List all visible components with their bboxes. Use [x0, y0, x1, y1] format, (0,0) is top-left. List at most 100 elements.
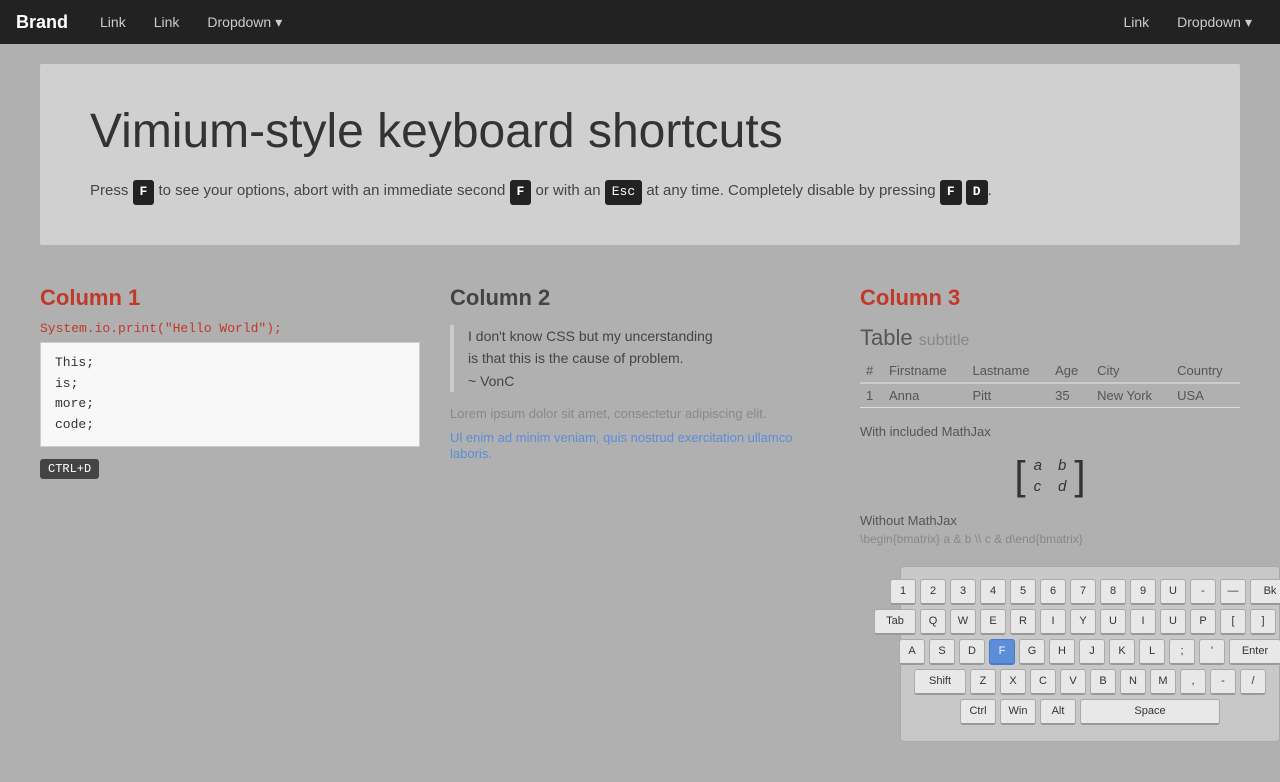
key-combo2: D — [966, 180, 988, 205]
key-space[interactable]: Space — [1080, 699, 1220, 725]
without-mathjax: Without MathJax \begin{bmatrix} a & b \\… — [860, 513, 1240, 546]
th-firstname: Firstname — [883, 359, 966, 383]
column-1: Column 1 System.io.print("Hello World");… — [40, 285, 420, 479]
col2-blockquote: I don't know CSS but my uncerstanding is… — [450, 325, 830, 392]
keyboard: 1 2 3 4 5 6 7 8 9 U - — Bk Tab Q W E R I… — [900, 566, 1280, 742]
key-f2-badge: F — [510, 180, 532, 205]
key-comma[interactable]: , — [1180, 669, 1206, 695]
bracket-left: [ — [1015, 456, 1026, 496]
chevron-down-icon-right: ▾ — [1245, 14, 1252, 31]
key-backspace[interactable]: Bk — [1250, 579, 1280, 605]
key-g[interactable]: G — [1019, 639, 1045, 665]
nav-dropdown-right[interactable]: Dropdown ▾ — [1165, 8, 1264, 37]
key-v[interactable]: V — [1060, 669, 1086, 695]
key-j[interactable]: J — [1079, 639, 1105, 665]
columns-section: Column 1 System.io.print("Hello World");… — [0, 265, 1280, 566]
hero-description: Press F to see your options, abort with … — [90, 179, 1190, 205]
key-5[interactable]: 5 — [1010, 579, 1036, 605]
th-hash: # — [860, 359, 883, 383]
matrix-container: [ a b c d ] — [860, 449, 1240, 503]
col2-lorem: Lorem ipsum dolor sit amet, consectetur … — [450, 406, 830, 421]
key-i[interactable]: I — [1040, 609, 1066, 635]
key-win[interactable]: Win — [1000, 699, 1036, 725]
key-2[interactable]: 2 — [920, 579, 946, 605]
col1-code-label: System.io.print("Hello World"); — [40, 321, 420, 336]
key-lbracket[interactable]: [ — [1220, 609, 1246, 635]
key-y[interactable]: Y — [1070, 609, 1096, 635]
key-esc-badge: Esc — [605, 180, 642, 205]
key-minus[interactable]: - — [1190, 579, 1216, 605]
table-heading: Table subtitle — [860, 325, 1240, 351]
bracket-right: ] — [1074, 456, 1085, 496]
nav-dropdown-left[interactable]: Dropdown ▾ — [195, 8, 294, 37]
key-u2[interactable]: U — [1100, 609, 1126, 635]
key-combo1: F — [940, 180, 962, 205]
key-semicolon[interactable]: ; — [1169, 639, 1195, 665]
keyboard-wrapper: 1 2 3 4 5 6 7 8 9 U - — Bk Tab Q W E R I… — [0, 566, 1280, 782]
keyboard-row-3: A S D F G H J K L ; ' Enter — [913, 639, 1267, 665]
key-k[interactable]: K — [1109, 639, 1135, 665]
key-enter[interactable]: Enter — [1229, 639, 1280, 665]
key-w[interactable]: W — [950, 609, 976, 635]
key-s[interactable]: S — [929, 639, 955, 665]
table-subtitle: subtitle — [919, 332, 970, 349]
key-h[interactable]: H — [1049, 639, 1075, 665]
keyboard-row-5: Ctrl Win Alt Space — [913, 699, 1267, 725]
navbar: Brand Link Link Dropdown ▾ Link Dropdown… — [0, 0, 1280, 44]
key-u[interactable]: U — [1160, 579, 1186, 605]
key-x[interactable]: X — [1000, 669, 1026, 695]
key-a[interactable]: A — [899, 639, 925, 665]
nav-link-right[interactable]: Link — [1111, 8, 1161, 37]
th-age: Age — [1049, 359, 1091, 383]
key-p[interactable]: P — [1190, 609, 1216, 635]
key-r[interactable]: R — [1010, 609, 1036, 635]
key-9[interactable]: 9 — [1130, 579, 1156, 605]
key-m[interactable]: M — [1150, 669, 1176, 695]
key-d[interactable]: D — [959, 639, 985, 665]
keyboard-row-1: 1 2 3 4 5 6 7 8 9 U - — Bk — [913, 579, 1267, 605]
nav-link-2[interactable]: Link — [142, 8, 192, 37]
keyboard-row-4: Shift Z X C V B N M , - / — [913, 669, 1267, 695]
key-q[interactable]: Q — [920, 609, 946, 635]
key-n[interactable]: N — [1120, 669, 1146, 695]
key-c[interactable]: C — [1030, 669, 1056, 695]
key-l[interactable]: L — [1139, 639, 1165, 665]
navbar-right: Link Dropdown ▾ — [1111, 8, 1264, 37]
key-dot[interactable]: - — [1210, 669, 1236, 695]
key-dash[interactable]: — — [1220, 579, 1246, 605]
matrix: [ a b c d ] — [1003, 449, 1098, 503]
key-f[interactable]: F — [989, 639, 1015, 665]
key-e[interactable]: E — [980, 609, 1006, 635]
key-tab[interactable]: Tab — [874, 609, 916, 635]
key-6[interactable]: 6 — [1040, 579, 1066, 605]
key-quote[interactable]: ' — [1199, 639, 1225, 665]
mathjax-with: With included MathJax — [860, 424, 1240, 439]
col2-link[interactable]: Ul enim ad minim veniam, quis nostrud ex… — [450, 430, 792, 461]
key-slash[interactable]: / — [1240, 669, 1266, 695]
matrix-cells: a b c d — [1026, 453, 1075, 499]
key-shift-left[interactable]: Shift — [914, 669, 966, 695]
col2-title: Column 2 — [450, 285, 830, 311]
key-ctrl[interactable]: Ctrl — [960, 699, 996, 725]
key-z[interactable]: Z — [970, 669, 996, 695]
key-u3[interactable]: U — [1160, 609, 1186, 635]
nav-link-1[interactable]: Link — [88, 8, 138, 37]
keyboard-row-2: Tab Q W E R I Y U I U P [ ] \ — [913, 609, 1267, 635]
navbar-links: Link Link Dropdown ▾ — [88, 8, 1111, 37]
key-b[interactable]: B — [1090, 669, 1116, 695]
col3-title: Column 3 — [860, 285, 1240, 311]
th-country: Country — [1171, 359, 1240, 383]
key-1[interactable]: 1 — [890, 579, 916, 605]
key-rbracket[interactable]: ] — [1250, 609, 1276, 635]
navbar-brand[interactable]: Brand — [16, 12, 68, 33]
hero-title: Vimium-style keyboard shortcuts — [90, 104, 1190, 159]
column-2: Column 2 I don't know CSS but my uncerst… — [450, 285, 830, 461]
key-i2[interactable]: I — [1130, 609, 1156, 635]
key-8[interactable]: 8 — [1100, 579, 1126, 605]
th-lastname: Lastname — [966, 359, 1049, 383]
key-3[interactable]: 3 — [950, 579, 976, 605]
key-7[interactable]: 7 — [1070, 579, 1096, 605]
key-4[interactable]: 4 — [980, 579, 1006, 605]
key-alt[interactable]: Alt — [1040, 699, 1076, 725]
th-city: City — [1091, 359, 1171, 383]
